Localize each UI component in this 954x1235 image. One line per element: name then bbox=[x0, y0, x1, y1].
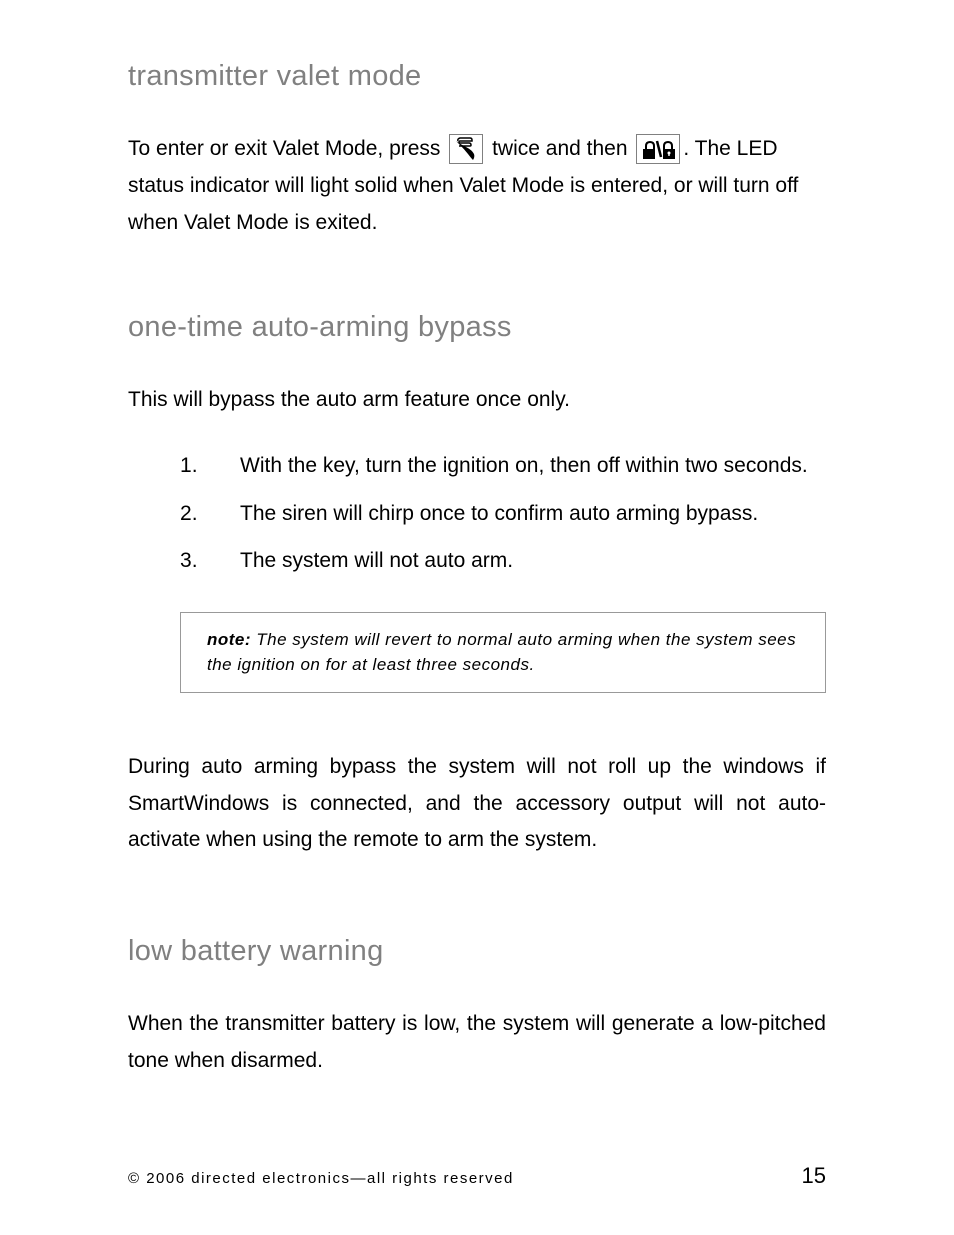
heading-valet-mode: transmitter valet mode bbox=[128, 60, 826, 93]
page-number: 15 bbox=[802, 1163, 826, 1189]
lock-unlock-button-icon bbox=[636, 134, 680, 164]
note-label: note: bbox=[207, 630, 251, 649]
list-item: The siren will chirp once to confirm aut… bbox=[128, 497, 826, 531]
clifford-g-button-icon bbox=[449, 134, 483, 164]
paragraph-during-bypass: During auto arming bypass the system wil… bbox=[128, 749, 826, 859]
heading-bypass: one-time auto-arming bypass bbox=[128, 311, 826, 344]
paragraph-low-battery: When the transmitter battery is low, the… bbox=[128, 1006, 826, 1080]
heading-low-battery: low battery warning bbox=[128, 935, 826, 968]
list-item: With the key, turn the ignition on, then… bbox=[128, 449, 826, 483]
paragraph-valet: To enter or exit Valet Mode, press twice… bbox=[128, 131, 826, 241]
note-box: note: The system will revert to normal a… bbox=[180, 612, 826, 693]
list-item: The system will not auto arm. bbox=[128, 544, 826, 578]
footer-copyright: © 2006 directed electronics—all rights r… bbox=[128, 1170, 514, 1187]
note-text: The system will revert to normal auto ar… bbox=[207, 630, 796, 675]
bypass-steps-list: With the key, turn the ignition on, then… bbox=[128, 449, 826, 578]
valet-text-b: twice and then bbox=[486, 137, 633, 160]
valet-text-a: To enter or exit Valet Mode, press bbox=[128, 137, 446, 160]
paragraph-bypass-intro: This will bypass the auto arm feature on… bbox=[128, 382, 826, 419]
page-footer: © 2006 directed electronics—all rights r… bbox=[128, 1163, 826, 1189]
page-content: transmitter valet mode To enter or exit … bbox=[0, 0, 954, 1080]
